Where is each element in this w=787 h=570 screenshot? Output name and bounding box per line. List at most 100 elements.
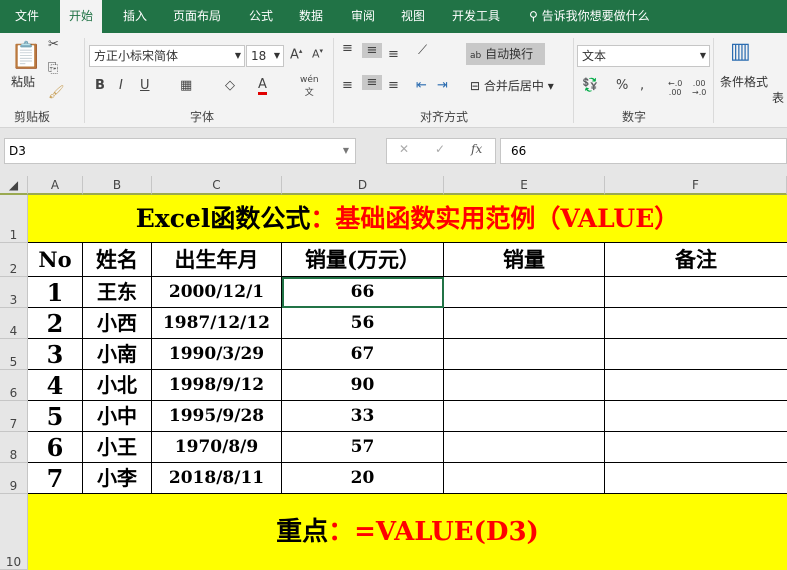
cancel-icon[interactable]: ✕: [399, 139, 409, 159]
increase-indent-icon[interactable]: ⇥: [437, 78, 448, 93]
align-bottom-icon[interactable]: ≡: [388, 47, 399, 62]
header-cell[interactable]: 备注: [605, 243, 787, 277]
row-header-4[interactable]: 4: [0, 308, 28, 339]
merge-center-button[interactable]: ⊟ 合并后居中 ▾: [470, 77, 554, 94]
align-left-icon[interactable]: ≡: [342, 78, 353, 93]
data-cell[interactable]: 小南: [83, 339, 152, 370]
data-cell[interactable]: 王东: [83, 277, 152, 308]
empty-cell[interactable]: [605, 370, 787, 401]
conditional-formatting-button[interactable]: 条件格式: [720, 73, 768, 90]
data-cell[interactable]: 1990/3/29: [152, 339, 282, 370]
header-cell[interactable]: 出生年月: [152, 243, 282, 277]
font-size-select[interactable]: 18 ▼: [246, 45, 284, 67]
data-cell[interactable]: 1: [28, 277, 83, 308]
tab-page-layout[interactable]: 页面布局: [164, 0, 230, 33]
cut-icon[interactable]: ✂: [48, 37, 59, 52]
data-cell[interactable]: 6: [28, 432, 83, 463]
column-header-D[interactable]: D: [282, 176, 444, 195]
formula-input[interactable]: 66: [500, 138, 787, 164]
align-center-icon[interactable]: ≡: [362, 75, 382, 90]
font-name-select[interactable]: 方正小标宋简体 ▼: [89, 45, 245, 67]
row-header-10[interactable]: 10: [0, 494, 28, 570]
key-point-note[interactable]: 重点：=VALUE(D3): [28, 494, 787, 570]
font-color-icon[interactable]: A: [258, 77, 267, 95]
format-as-table-button[interactable]: 表: [772, 89, 784, 106]
grow-font-icon[interactable]: A▴: [290, 47, 302, 62]
empty-cell[interactable]: [605, 463, 787, 494]
wrap-text-button[interactable]: ab 自动换行: [466, 43, 545, 65]
tab-developer[interactable]: 开发工具: [443, 0, 509, 33]
empty-cell[interactable]: [444, 370, 605, 401]
bold-icon[interactable]: B: [95, 78, 105, 93]
column-header-A[interactable]: A: [28, 176, 83, 195]
tab-insert[interactable]: 插入: [114, 0, 156, 33]
phonetic-icon[interactable]: wén 文: [300, 75, 319, 98]
paste-icon[interactable]: 📋: [10, 41, 42, 71]
data-cell[interactable]: 20: [282, 463, 444, 494]
column-header-E[interactable]: E: [444, 176, 605, 195]
row-header-7[interactable]: 7: [0, 401, 28, 432]
italic-icon[interactable]: I: [119, 78, 123, 93]
copy-icon[interactable]: ⎘: [48, 61, 58, 76]
accounting-format-icon[interactable]: 💱: [582, 78, 598, 93]
increase-decimal-icon[interactable]: ←.0.00: [668, 79, 682, 97]
data-cell[interactable]: 7: [28, 463, 83, 494]
data-cell[interactable]: 33: [282, 401, 444, 432]
format-painter-icon[interactable]: 🖌: [48, 85, 65, 100]
empty-cell[interactable]: [605, 308, 787, 339]
tab-file[interactable]: 文件: [6, 0, 48, 33]
row-header-3[interactable]: 3: [0, 277, 28, 308]
tab-view[interactable]: 视图: [392, 0, 434, 33]
borders-icon[interactable]: ▦: [180, 78, 192, 93]
shrink-font-icon[interactable]: A▾: [312, 47, 323, 61]
data-cell[interactable]: 1987/12/12: [152, 308, 282, 339]
data-cell[interactable]: 57: [282, 432, 444, 463]
align-middle-icon[interactable]: ≡: [362, 43, 382, 58]
data-cell[interactable]: 2: [28, 308, 83, 339]
data-cell[interactable]: 小西: [83, 308, 152, 339]
orientation-icon[interactable]: ⟋: [418, 43, 427, 58]
data-cell[interactable]: 56: [282, 308, 444, 339]
empty-cell[interactable]: [605, 432, 787, 463]
column-header-B[interactable]: B: [83, 176, 152, 195]
data-cell[interactable]: 1970/8/9: [152, 432, 282, 463]
empty-cell[interactable]: [444, 308, 605, 339]
column-header-F[interactable]: F: [605, 176, 787, 195]
decrease-indent-icon[interactable]: ⇤: [416, 78, 427, 93]
tell-me-search[interactable]: ⚲ 告诉我你想要做什么: [520, 0, 659, 33]
name-box[interactable]: D3 ▼: [4, 138, 356, 164]
paste-button[interactable]: 粘贴: [11, 73, 35, 90]
align-right-icon[interactable]: ≡: [388, 78, 399, 93]
row-header-9[interactable]: 9: [0, 463, 28, 494]
tab-home[interactable]: 开始: [60, 0, 103, 33]
row-header-2[interactable]: 2: [0, 243, 28, 277]
row-header-6[interactable]: 6: [0, 370, 28, 401]
empty-cell[interactable]: [605, 401, 787, 432]
data-cell[interactable]: 2000/12/1: [152, 277, 282, 308]
data-cell[interactable]: 67: [282, 339, 444, 370]
header-cell[interactable]: No: [28, 243, 83, 277]
row-header-8[interactable]: 8: [0, 432, 28, 463]
tab-review[interactable]: 审阅: [342, 0, 384, 33]
data-cell[interactable]: 4: [28, 370, 83, 401]
header-cell[interactable]: 销量(万元）: [282, 243, 444, 277]
sheet-title[interactable]: Excel函数公式：基础函数实用范例（VALUE）: [28, 195, 787, 243]
row-header-5[interactable]: 5: [0, 339, 28, 370]
data-cell[interactable]: 5: [28, 401, 83, 432]
align-top-icon[interactable]: ≡: [342, 41, 353, 56]
empty-cell[interactable]: [444, 401, 605, 432]
tab-data[interactable]: 数据: [290, 0, 332, 33]
empty-cell[interactable]: [444, 277, 605, 308]
column-header-C[interactable]: C: [152, 176, 282, 195]
data-cell[interactable]: 1995/9/28: [152, 401, 282, 432]
empty-cell[interactable]: [605, 277, 787, 308]
data-cell[interactable]: 小李: [83, 463, 152, 494]
row-header-1[interactable]: 1: [0, 195, 28, 243]
data-cell[interactable]: 90: [282, 370, 444, 401]
number-format-select[interactable]: 文本 ▼: [577, 45, 710, 67]
select-all-corner[interactable]: ◢: [0, 176, 28, 195]
data-cell[interactable]: 小中: [83, 401, 152, 432]
empty-cell[interactable]: [605, 339, 787, 370]
header-cell[interactable]: 姓名: [83, 243, 152, 277]
percent-icon[interactable]: %: [616, 78, 628, 93]
